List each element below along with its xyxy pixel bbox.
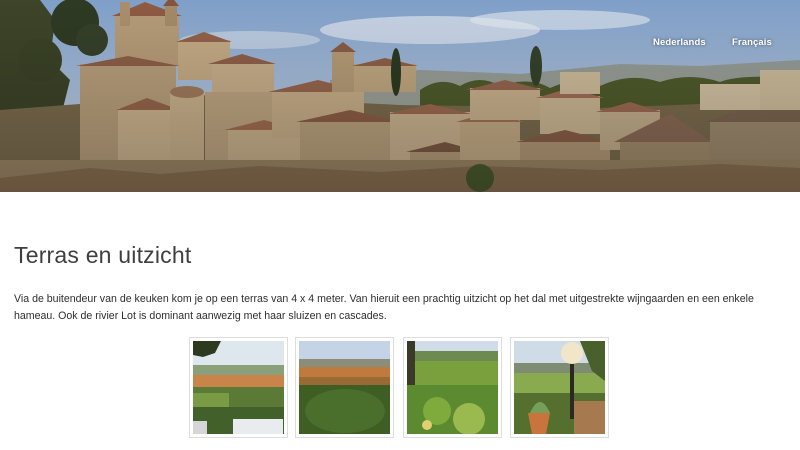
photo-gallery (0, 337, 800, 441)
language-menu: Nederlands Français (0, 37, 800, 51)
page-title: Terras en uitzicht (14, 242, 192, 268)
language-link-francais[interactable]: Français (732, 37, 772, 48)
header-hero-image: Nederlands Français (0, 0, 800, 192)
language-link-nederlands[interactable]: Nederlands (653, 37, 706, 48)
intro-paragraph: Via de buitendeur van de keuken kom je o… (14, 293, 754, 322)
gallery-thumbnail-terrace-lamp[interactable] (510, 337, 609, 438)
valley-vineyards-photo (299, 341, 390, 434)
garden-valley-photo (407, 341, 498, 434)
gallery-thumbnail-terrace-view[interactable] (189, 337, 288, 438)
terrace-table-view-photo (193, 341, 284, 434)
gallery-thumbnail-garden-valley[interactable] (403, 337, 502, 438)
gallery-thumbnail-valley-vineyards[interactable] (295, 337, 394, 438)
village-panorama-image (0, 0, 800, 192)
terrace-lamp-plants-photo (514, 341, 605, 434)
